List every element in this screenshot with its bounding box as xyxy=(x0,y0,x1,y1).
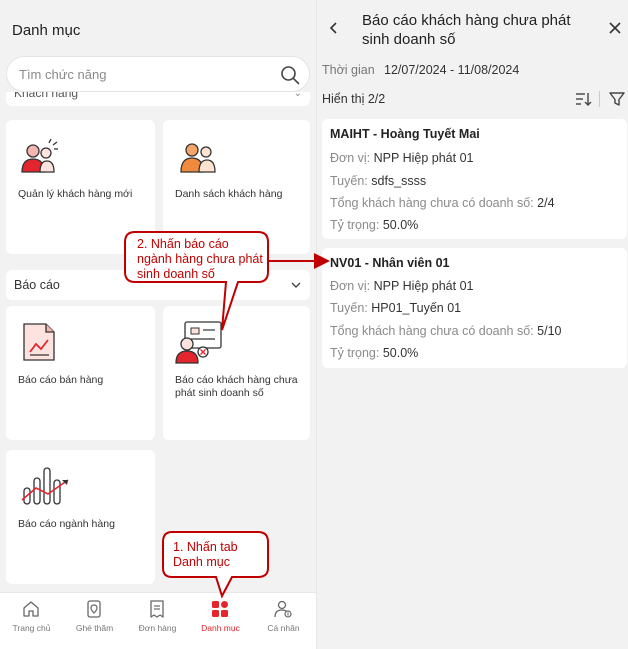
record-route: Tuyến: HP01_Tuyến 01 xyxy=(330,301,462,315)
customer-list-card[interactable]: Danh sách khách hàng xyxy=(163,120,310,254)
toolbar-divider xyxy=(599,91,600,107)
report-record[interactable]: MAIHT - Hoàng Tuyết Mai Đơn vị: NPP Hiệp… xyxy=(322,119,627,239)
card-label: Báo cáo bán hàng xyxy=(18,374,104,386)
industry-report-icon xyxy=(21,467,69,505)
tab-label: Cá nhân xyxy=(267,623,300,633)
tab-label: Trang chủ xyxy=(12,623,51,633)
record-route: Tuyến: sdfs_ssss xyxy=(330,174,427,188)
tab-label: Ghé thăm xyxy=(75,623,114,633)
home-icon xyxy=(23,601,39,617)
record-name: MAIHT - Hoàng Tuyết Mai xyxy=(330,127,480,141)
close-icon[interactable] xyxy=(608,21,622,35)
category-grid-icon xyxy=(212,601,228,617)
tab-category[interactable]: Danh mục xyxy=(189,593,252,649)
record-ratio: Tỷ trọng: 50.0% xyxy=(330,346,419,360)
report-section-label: Báo cáo xyxy=(14,278,60,292)
record-ratio: Tỷ trọng: 50.0% xyxy=(330,218,419,232)
tab-profile[interactable]: Cá nhân xyxy=(252,593,315,649)
sort-icon[interactable] xyxy=(574,90,592,108)
order-icon xyxy=(150,600,164,618)
callout-text-step1: 1. Nhấn tab Danh mục xyxy=(173,540,238,569)
record-total: Tổng khách hàng chưa có doanh số: 2/4 xyxy=(330,196,555,210)
card-label: Quản lý khách hàng mới xyxy=(18,188,133,200)
industry-report-card[interactable]: Báo cáo ngành hàng xyxy=(6,450,155,584)
customer-section-label: Khách hàng xyxy=(14,92,79,100)
sales-report-card[interactable]: Báo cáo bán hàng xyxy=(6,306,155,440)
bottom-tab-bar: Trang chủ Ghé thăm Đơn hàng Danh mục Cá … xyxy=(0,592,316,649)
visit-icon xyxy=(87,600,101,618)
chevron-down-icon: ⌄ xyxy=(293,92,302,99)
back-icon[interactable] xyxy=(325,20,341,36)
search-icon[interactable] xyxy=(280,65,300,85)
report-detail-panel: Báo cáo khách hàng chưa phát sinh doanh … xyxy=(317,0,628,649)
customer-no-revenue-report-card[interactable]: Báo cáo khách hàng chưa phát sinh doanh … xyxy=(163,306,310,440)
record-unit: Đơn vị: NPP Hiệp phát 01 xyxy=(330,151,474,165)
customer-no-revenue-icon xyxy=(175,321,222,364)
customer-management-icon xyxy=(21,138,58,173)
card-label: Danh sách khách hàng xyxy=(175,188,283,200)
page-title: Báo cáo khách hàng chưa phát sinh doanh … xyxy=(362,12,571,48)
date-range[interactable]: 12/07/2024 - 11/08/2024 xyxy=(384,63,519,77)
record-unit: Đơn vị: NPP Hiệp phát 01 xyxy=(330,279,474,293)
tab-label: Đơn hàng xyxy=(138,623,177,633)
tab-orders[interactable]: Đơn hàng xyxy=(126,593,189,649)
page-title: Danh mục xyxy=(12,22,81,39)
record-total: Tổng khách hàng chưa có doanh số: 5/10 xyxy=(330,324,562,338)
customer-list-icon xyxy=(180,143,216,173)
sales-report-icon xyxy=(23,323,55,361)
customer-section-header[interactable]: Khách hàng ⌄ xyxy=(6,92,310,106)
tab-label: Danh mục xyxy=(201,623,240,633)
tab-home[interactable]: Trang chủ xyxy=(0,593,63,649)
filter-icon[interactable] xyxy=(608,90,626,108)
callout-text-step2: 2. Nhấn báo cáo ngành hàng chưa phát sin… xyxy=(137,237,263,281)
record-name: NV01 - Nhân viên 01 xyxy=(330,256,450,270)
card-label: Báo cáo khách hàng chưa phát sinh doanh … xyxy=(175,374,298,399)
category-panel: Danh mục Tìm chức năng Khách hàng ⌄ Quản… xyxy=(0,0,316,649)
chevron-down-icon xyxy=(291,282,301,288)
search-input[interactable]: Tìm chức năng xyxy=(6,56,310,92)
result-count: Hiển thị 2/2 xyxy=(322,92,386,106)
time-label: Thời gian xyxy=(322,63,375,77)
search-placeholder: Tìm chức năng xyxy=(19,67,107,82)
profile-icon xyxy=(274,600,292,618)
report-record[interactable]: NV01 - Nhân viên 01 Đơn vị: NPP Hiệp phá… xyxy=(322,248,627,368)
customer-management-card[interactable]: Quản lý khách hàng mới xyxy=(6,120,155,254)
tab-visit[interactable]: Ghé thăm xyxy=(63,593,126,649)
card-label: Báo cáo ngành hàng xyxy=(18,518,115,530)
